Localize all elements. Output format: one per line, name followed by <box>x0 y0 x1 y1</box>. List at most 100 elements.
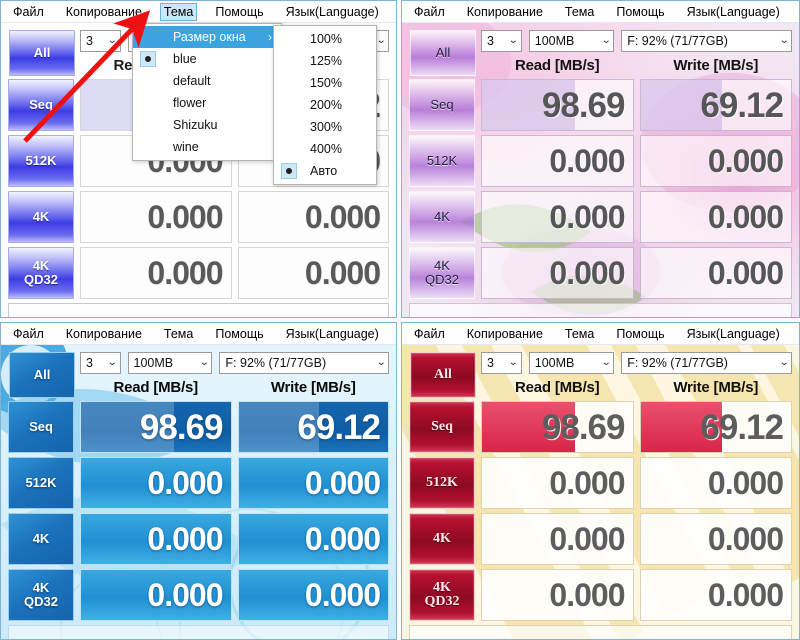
size-dropdown[interactable]: 100MB ⌄ <box>528 351 615 374</box>
chevron-down-icon: ⌄ <box>107 35 118 46</box>
size-value: 100MB <box>534 355 575 370</box>
result-row: 512K 0.000 0.000 <box>409 135 792 187</box>
header-write: Write [MB/s] <box>270 378 356 396</box>
panel-theme-wine: Файл Копирование Тема Помощь Язык(Langua… <box>401 322 800 640</box>
theme-option-label: blue <box>173 52 197 66</box>
theme-option-blue[interactable]: blue <box>133 48 281 70</box>
write-value: 0.000 <box>707 577 784 613</box>
write-value: 0.000 <box>304 577 381 613</box>
row-button-seq[interactable]: Seq <box>409 401 475 453</box>
theme-option-default[interactable]: default <box>133 70 281 92</box>
row-button-512k[interactable]: 512K <box>8 135 74 187</box>
row-button-4k-qd32[interactable]: 4K QD32 <box>8 247 74 299</box>
result-row: 4K QD32 0.000 0.000 <box>409 247 792 299</box>
all-button[interactable]: All <box>9 352 75 398</box>
write-value: 0.000 <box>304 521 381 557</box>
read-value-cell: 98.69 <box>481 79 634 131</box>
menu-item-theme[interactable]: Тема <box>159 2 198 21</box>
row-button-4k-qd32[interactable]: 4K QD32 <box>409 569 475 621</box>
read-value-cell: 0.000 <box>80 569 232 621</box>
write-value-cell: 0.000 <box>237 457 389 509</box>
menu-item-copy[interactable]: Копирование <box>62 3 146 21</box>
result-row: 512K 0.000 0.000 <box>8 457 389 509</box>
size-value: 100MB <box>534 33 575 48</box>
write-value-cell: 0.000 <box>639 247 792 299</box>
drive-dropdown[interactable]: F: 92% (71/77GB) ⌄ <box>621 351 792 374</box>
menu-item-language[interactable]: Язык(Language) <box>282 3 383 21</box>
menu-item-language[interactable]: Язык(Language) <box>683 325 784 343</box>
row-button-seq[interactable]: Seq <box>8 401 74 453</box>
window-size-option-авто[interactable]: Авто <box>274 160 376 182</box>
row-button-4k[interactable]: 4K <box>409 513 475 565</box>
menu-item-theme[interactable]: Тема <box>561 325 598 343</box>
runs-dropdown[interactable]: 3 ⌄ <box>80 351 121 374</box>
runs-dropdown[interactable]: 3 ⌄ <box>80 29 121 52</box>
write-value-cell: 0.000 <box>237 569 389 621</box>
row-button-4k-qd32[interactable]: 4K QD32 <box>409 247 475 299</box>
row-button-4k[interactable]: 4K <box>8 191 74 243</box>
runs-dropdown[interactable]: 3 ⌄ <box>481 29 522 52</box>
chevron-down-icon: ⌄ <box>508 35 519 46</box>
menu-item-theme[interactable]: Тема <box>160 325 197 343</box>
menu-item-copy[interactable]: Копирование <box>62 325 146 343</box>
menu-item-language[interactable]: Язык(Language) <box>683 3 784 21</box>
drive-dropdown[interactable]: F: 92% (71/77GB) ⌄ <box>219 351 389 374</box>
theme-option-shizuku[interactable]: Shizuku <box>133 114 281 136</box>
window-size-option-100pct[interactable]: 100% <box>274 28 376 50</box>
size-value: 100MB <box>133 355 174 370</box>
menu-item-file[interactable]: Файл <box>410 3 449 21</box>
row-button-seq[interactable]: Seq <box>8 79 74 131</box>
row-button-512k[interactable]: 512K <box>409 457 475 509</box>
row-button-seq[interactable]: Seq <box>409 79 475 131</box>
read-value: 0.000 <box>549 465 625 501</box>
theme-dropdown-menu: Размер окна › blue default flower Shizuku wi… <box>132 23 282 161</box>
menu-item-file[interactable]: Файл <box>9 3 48 21</box>
control-row: 3⌄ 100MB⌄ F: 92% (71/77GB)⌄ <box>481 351 792 374</box>
window-size-option-125pct[interactable]: 125% <box>274 50 376 72</box>
read-value: 0.000 <box>147 465 223 501</box>
menu-item-theme[interactable]: Тема <box>561 3 598 21</box>
size-dropdown[interactable]: 100MB ⌄ <box>528 29 615 52</box>
theme-option-label: wine <box>173 140 199 154</box>
size-dropdown[interactable]: 100MB ⌄ <box>127 351 213 374</box>
menu-item-language[interactable]: Язык(Language) <box>282 325 383 343</box>
row-button-512k[interactable]: 512K <box>8 457 74 509</box>
menu-item-help[interactable]: Помощь <box>612 3 668 21</box>
all-button[interactable]: All <box>410 30 476 76</box>
menu-item-copy[interactable]: Копирование <box>463 325 547 343</box>
results-grid: Seq98.6969.12512K0.0000.0004K0.0000.0004… <box>8 401 389 621</box>
drive-value: F: 92% (71/77GB) <box>627 355 728 370</box>
menu-item-file[interactable]: Файл <box>9 325 48 343</box>
all-button[interactable]: All <box>9 30 75 76</box>
read-value-cell: 0.000 <box>481 247 634 299</box>
window-size-option-label: 200% <box>310 98 342 112</box>
read-value-cell: 98.69 <box>80 401 232 453</box>
window-size-option-200pct[interactable]: 200% <box>274 94 376 116</box>
read-value: 0.000 <box>549 577 625 613</box>
row-button-4k-qd32[interactable]: 4K QD32 <box>8 569 74 621</box>
menu-item-help[interactable]: Помощь <box>612 325 668 343</box>
theme-option-wine[interactable]: wine <box>133 136 281 158</box>
row-button-4k[interactable]: 4K <box>8 513 74 565</box>
all-button[interactable]: All <box>410 352 476 398</box>
runs-dropdown[interactable]: 3 ⌄ <box>481 351 522 374</box>
result-row: 4K 0.000 0.000 <box>8 513 389 565</box>
window-size-option-150pct[interactable]: 150% <box>274 72 376 94</box>
menu-item-help[interactable]: Помощь <box>211 3 267 21</box>
row-button-4k[interactable]: 4K <box>409 191 475 243</box>
drive-dropdown[interactable]: F: 92% (71/77GB) ⌄ <box>621 29 792 52</box>
window-size-submenu: 100% 125% 150% 200% 300% 400% Авто <box>273 25 377 185</box>
menu-item-help[interactable]: Помощь <box>211 325 267 343</box>
row-button-512k[interactable]: 512K <box>409 135 475 187</box>
result-row: 4K 0.000 0.000 <box>409 513 792 565</box>
window-size-option-400pct[interactable]: 400% <box>274 138 376 160</box>
menu-item-copy[interactable]: Копирование <box>463 3 547 21</box>
write-value-cell: 69.12 <box>639 79 792 131</box>
menu-item-file[interactable]: Файл <box>410 325 449 343</box>
window-size-option-300pct[interactable]: 300% <box>274 116 376 138</box>
menu-item-window-size[interactable]: Размер окна › <box>133 26 281 48</box>
window-size-option-label: Авто <box>310 164 338 178</box>
result-row: Seq 98.69 69.12 <box>409 79 792 131</box>
theme-option-flower[interactable]: flower <box>133 92 281 114</box>
menu-bar: Файл Копирование Тема Помощь Язык(Langua… <box>1 1 396 23</box>
